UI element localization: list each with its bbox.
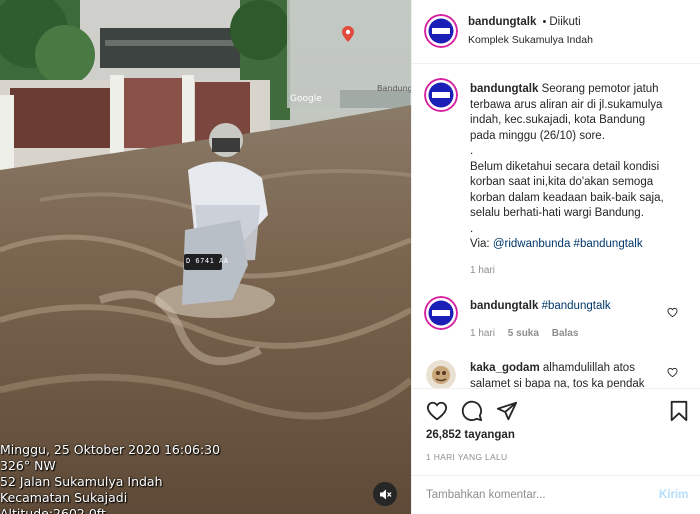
post-comment-button[interactable]: Kirim bbox=[659, 489, 688, 501]
bookmark-icon[interactable] bbox=[669, 400, 689, 422]
overlay-district: Kecamatan Sukajadi bbox=[0, 490, 128, 505]
instagram-post-modal: Google Bandung D 6741 AA Minggu, 25 Okto… bbox=[0, 0, 700, 514]
like-heart-icon[interactable] bbox=[426, 400, 448, 422]
comment-username[interactable]: kaka_godam bbox=[470, 362, 540, 374]
caption-line: terbawa arus aliran air di jl.sukamulya bbox=[470, 98, 663, 111]
heart-icon[interactable] bbox=[667, 307, 678, 318]
overlay-heading: 326° NW bbox=[0, 458, 56, 473]
comment-item: kaka_godam alhamdulillah atos salamet si… bbox=[470, 361, 670, 389]
comment-icon[interactable] bbox=[461, 400, 483, 422]
post-video[interactable]: Google Bandung D 6741 AA Minggu, 25 Okto… bbox=[0, 0, 411, 514]
caption-line: selalu berhati-hati wargi Bandung. bbox=[470, 207, 644, 219]
heart-icon[interactable] bbox=[667, 367, 678, 378]
comment-text: alhamdulillah atos bbox=[542, 362, 635, 374]
avatar[interactable] bbox=[424, 14, 458, 48]
map-place-label: Bandung bbox=[377, 84, 411, 93]
caption-time[interactable]: 1 hari bbox=[470, 263, 688, 279]
comment-item: bandungtalk #bandungtalk bbox=[470, 300, 611, 312]
hashtag-link[interactable]: #bandungtalk bbox=[574, 238, 643, 250]
reply-button[interactable]: Balas bbox=[552, 328, 579, 339]
overlay-date: Minggu, 25 Oktober 2020 16:06:30 bbox=[0, 442, 221, 457]
caption: bandungtalk Seorang pemotor jatuh terbaw… bbox=[470, 82, 688, 278]
map-attribution: Google bbox=[290, 94, 322, 104]
comment-meta: 1 hari 5 suka Balas bbox=[470, 328, 578, 339]
header-username[interactable]: bandungtalk bbox=[468, 16, 536, 28]
via-prefix: Via: bbox=[470, 238, 493, 250]
header-separator: • bbox=[542, 16, 547, 28]
caption-line: . bbox=[470, 222, 474, 235]
post-header: bandungtalk • Diikuti Komplek Sukamulya … bbox=[412, 0, 700, 64]
follow-status[interactable]: Diikuti bbox=[549, 16, 580, 28]
caption-line: korban dalam keadaan baik-baik saja, bbox=[470, 191, 664, 204]
comment-text: salamet si bapa na, tos ka pendak bbox=[470, 377, 645, 389]
comment-avatar[interactable] bbox=[424, 296, 458, 330]
overlay-street: 52 Jalan Sukamulya Indah bbox=[0, 474, 163, 489]
comment-avatar[interactable] bbox=[426, 360, 456, 388]
caption-line: pada minggu (26/10) sore. bbox=[470, 129, 605, 142]
add-comment-form: Kirim bbox=[412, 475, 700, 514]
post-details-panel: bandungtalk • Diikuti Komplek Sukamulya … bbox=[411, 0, 700, 514]
share-icon[interactable] bbox=[496, 400, 518, 422]
comment-time[interactable]: 1 hari bbox=[470, 328, 495, 339]
license-plate: D 6741 AA bbox=[186, 257, 229, 265]
comment-hashtag[interactable]: #bandungtalk bbox=[542, 300, 611, 312]
caption-avatar[interactable] bbox=[424, 78, 458, 112]
comment-username[interactable]: bandungtalk bbox=[470, 300, 538, 312]
mute-icon bbox=[379, 489, 391, 499]
caption-username[interactable]: bandungtalk bbox=[470, 83, 538, 95]
mention-link[interactable]: @ridwanbunda bbox=[493, 238, 571, 250]
caption-line: korban saat ini,kita do'akan semoga bbox=[470, 176, 654, 188]
post-timestamp[interactable]: 1 HARI YANG LALU bbox=[426, 452, 508, 462]
caption-line: . bbox=[470, 145, 474, 157]
overlay-altitude: Altitude:2602.0ft bbox=[0, 506, 106, 514]
map-pin-icon bbox=[342, 26, 354, 42]
post-location[interactable]: Komplek Sukamulya Indah bbox=[468, 34, 593, 46]
comment-likes[interactable]: 5 suka bbox=[508, 328, 539, 339]
caption-line: indah, kec.sukajadi, kota Bandung bbox=[470, 114, 646, 126]
comments-list[interactable]: bandungtalk Seorang pemotor jatuh terbaw… bbox=[412, 64, 700, 389]
caption-line: Seorang pemotor jatuh bbox=[541, 83, 659, 95]
comment-input[interactable] bbox=[426, 484, 646, 506]
view-count[interactable]: 26,852 tayangan bbox=[426, 429, 515, 441]
mute-button[interactable] bbox=[373, 482, 397, 506]
caption-line: Belum diketahui secara detail kondisi bbox=[470, 160, 660, 173]
